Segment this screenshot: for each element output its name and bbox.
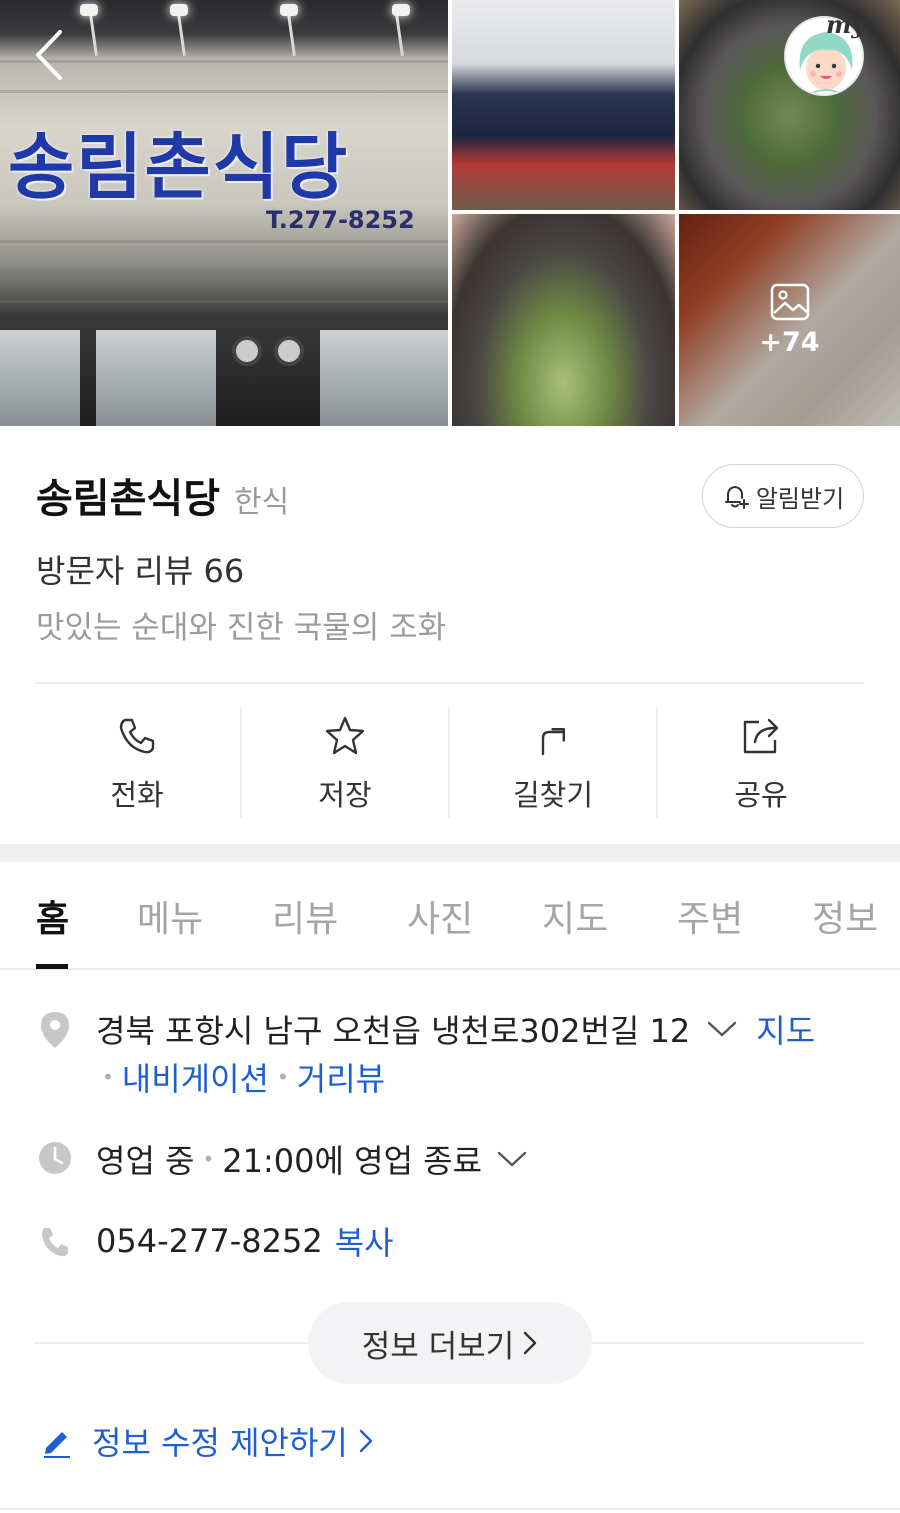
- pencil-icon: [44, 1432, 70, 1458]
- business-hours-row[interactable]: 영업 중 • 21:00에 영업 종료: [96, 1136, 528, 1182]
- call-button[interactable]: 전화: [34, 708, 240, 818]
- separator-dot: •: [202, 1147, 215, 1171]
- more-info-label: 정보 더보기: [361, 1328, 515, 1365]
- directions-icon: [541, 727, 566, 756]
- copy-phone-link[interactable]: 복사: [335, 1218, 394, 1264]
- map-link[interactable]: 지도: [756, 1006, 815, 1052]
- image-icon: [770, 283, 809, 320]
- chevron-down-icon: [497, 1151, 527, 1167]
- share-label: 공유: [734, 778, 788, 812]
- street-view-link[interactable]: 거리뷰: [297, 1054, 385, 1100]
- chevron-right-icon: [359, 1429, 373, 1453]
- tab-review[interactable]: 리뷰: [272, 890, 338, 942]
- share-button[interactable]: 공유: [656, 708, 864, 818]
- bell-plus-icon: [724, 485, 749, 509]
- more-photos-count: +74: [759, 326, 820, 358]
- tab-home[interactable]: 홈: [36, 890, 69, 942]
- section-separator: [0, 844, 900, 862]
- place-name: 송림촌식당: [36, 476, 220, 522]
- photo-gallery: 송림촌식당 T.277-8252 +74 my: [0, 0, 900, 426]
- divider: [34, 682, 864, 684]
- phone-icon: [119, 718, 155, 754]
- chevron-left-icon: [36, 30, 62, 80]
- suggest-edit-link[interactable]: 정보 수정 제안하기: [40, 1418, 374, 1464]
- tab-photo[interactable]: 사진: [407, 890, 473, 942]
- tab-map[interactable]: 지도: [542, 890, 608, 942]
- dish-photo-2[interactable]: [452, 214, 675, 426]
- active-tab-indicator: [36, 964, 68, 969]
- more-photos-overlay[interactable]: +74: [679, 214, 900, 426]
- clock-icon: [39, 1142, 71, 1174]
- save-button[interactable]: 저장: [240, 708, 448, 818]
- dish-photo-1[interactable]: [679, 0, 900, 210]
- action-bar: 전화 저장 길찾기 공유: [34, 708, 864, 818]
- tab-info[interactable]: 정보: [812, 890, 878, 942]
- share-icon: [743, 718, 779, 754]
- interior-photo[interactable]: [452, 0, 675, 210]
- call-label: 전화: [110, 778, 164, 812]
- directions-label: 길찾기: [512, 778, 594, 812]
- chevron-down-icon[interactable]: [706, 1019, 738, 1039]
- phone-icon: [42, 1228, 68, 1257]
- business-status: 영업 중: [96, 1142, 195, 1180]
- tab-menu[interactable]: 메뉴: [137, 890, 203, 942]
- place-tagline: 맛있는 순대와 진한 국물의 조화: [36, 610, 447, 646]
- tab-nearby[interactable]: 주변: [677, 890, 743, 942]
- place-title-row: 송림촌식당 한식: [36, 466, 289, 524]
- separator-dot: •: [277, 1065, 289, 1089]
- back-button[interactable]: [30, 28, 70, 82]
- sign-text: 송림촌식당: [8, 125, 350, 209]
- suggest-edit-label: 정보 수정 제안하기: [92, 1424, 348, 1462]
- address-text: 경북 포항시 남구 오천읍 냉천로302번길 12: [96, 1012, 691, 1050]
- visitor-review-count[interactable]: 방문자 리뷰 66: [36, 546, 244, 592]
- star-icon: [325, 716, 365, 755]
- more-info-button[interactable]: 정보 더보기: [308, 1302, 592, 1384]
- directions-button[interactable]: 길찾기: [448, 708, 656, 818]
- phone-row: 054-277-8252 복사: [96, 1218, 394, 1264]
- address-row: 경북 포항시 남구 오천읍 냉천로302번길 12 지도: [96, 1006, 815, 1052]
- subscribe-alert-button[interactable]: 알림받기: [702, 464, 864, 528]
- avatar-my-badge: my: [826, 10, 866, 39]
- closing-time: 21:00에 영업 종료: [222, 1142, 483, 1180]
- phone-number[interactable]: 054-277-8252: [96, 1222, 323, 1260]
- location-pin-icon: [41, 1012, 69, 1048]
- subscribe-alert-label: 알림받기: [755, 484, 845, 513]
- divider: [0, 1508, 900, 1510]
- tab-bar: 홈 메뉴 리뷰 사진 지도 주변 정보: [0, 862, 900, 970]
- navigation-link[interactable]: 내비게이션: [122, 1054, 269, 1100]
- sign-phone: T.277-8252: [266, 206, 415, 234]
- separator-dot: •: [102, 1065, 114, 1089]
- address-links: • 내비게이션 • 거리뷰: [94, 1054, 385, 1100]
- chevron-right-icon: [524, 1331, 537, 1355]
- save-label: 저장: [318, 778, 372, 812]
- place-category: 한식: [234, 485, 290, 520]
